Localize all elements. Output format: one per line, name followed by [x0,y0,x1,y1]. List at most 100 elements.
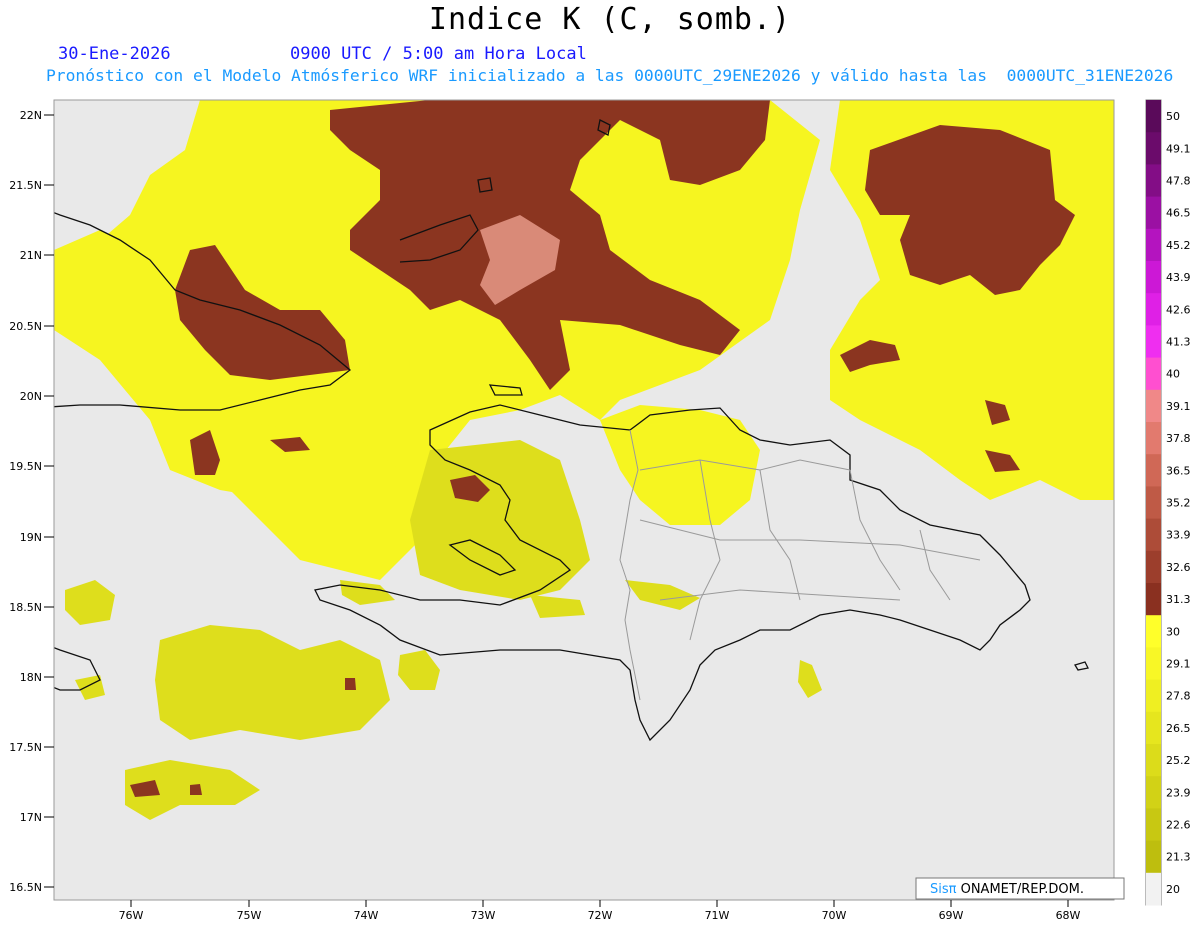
colorbar-swatch [1146,872,1161,906]
credit-org: ONAMET/REP.DOM. [956,882,1084,897]
colorbar-swatch [1146,454,1161,487]
colorbar-label: 45.2 [1166,239,1191,252]
colorbar-swatch [1146,840,1161,874]
colorbar-label: 26.5 [1166,722,1191,735]
lat-tick: 16.5N [9,881,54,894]
lat-tick: 22N [20,109,54,122]
colorbar-label: 39.1 [1166,400,1191,413]
colorbar-swatch [1146,100,1161,133]
colorbar-swatch [1146,550,1161,584]
colorbar-label: 23.9 [1166,786,1191,799]
lat-tick: 18.5N [9,601,54,614]
lon-label: 75W [237,909,262,922]
lon-tick: 71W [705,900,730,922]
colorbar-label: 25.2 [1166,754,1191,767]
k-index-area-brown [345,678,356,690]
lon-tick: 69W [939,900,964,922]
lat-label: 17N [20,811,42,824]
colorbar-label: 47.8 [1166,175,1191,188]
colorbar-label: 29.1 [1166,658,1191,671]
lat-tick: 19N [20,531,54,544]
colorbar-label: 32.6 [1166,561,1191,574]
colorbar-label: 22.6 [1166,819,1191,832]
colorbar-swatch [1146,132,1161,165]
lon-tick: 73W [471,900,496,922]
colorbar-swatches [1146,100,1161,906]
colorbar-label: 33.9 [1166,529,1191,542]
lon-label: 69W [939,909,964,922]
lat-label: 16.5N [9,881,42,894]
lon-label: 73W [471,909,496,922]
colorbar-label: 50 [1166,110,1180,123]
colorbar-label: 31.3 [1166,593,1191,606]
lat-tick: 18N [20,671,54,684]
colorbar-swatch [1146,679,1161,713]
lat-tick: 21.5N [9,179,54,192]
lon-tick: 74W [354,900,379,922]
colorbar-swatch [1146,422,1161,455]
lat-label: 21.5N [9,179,42,192]
lon-tick: 72W [588,900,613,922]
credit-box: Sisπ ONAMET/REP.DOM. [915,877,1125,900]
lat-tick: 21N [20,249,54,262]
colorbar-label: 40 [1166,368,1180,381]
lon-label: 74W [354,909,379,922]
credit-brand: Sisπ [930,882,957,897]
lon-label: 76W [119,909,144,922]
lon-tick: 76W [119,900,144,922]
lon-label: 68W [1056,909,1081,922]
colorbar-swatch [1146,647,1161,681]
lat-label: 18N [20,671,42,684]
lat-label: 19.5N [9,460,42,473]
colorbar-swatch [1146,261,1161,294]
colorbar-label: 43.9 [1166,271,1191,284]
colorbar-label: 37.8 [1166,432,1191,445]
colorbar-label: 42.6 [1166,303,1191,316]
lat-label: 21N [20,249,42,262]
colorbar-label: 21.3 [1166,851,1191,864]
colorbar-label: 49.1 [1166,142,1191,155]
colorbar-swatch [1146,293,1161,326]
lat-label: 22N [20,109,42,122]
colorbar-swatch [1146,389,1161,423]
map-figure: 22N 21.5N 21N 20.5N 20N 19.5N 19N 18.5N … [9,99,1191,922]
colorbar-label: 35.2 [1166,497,1191,510]
colorbar-swatch [1146,357,1161,391]
lat-tick: 17.5N [9,741,54,754]
lat-tick: 20.5N [9,320,54,333]
lat-label: 20N [20,390,42,403]
colorbar-label: 27.8 [1166,690,1191,703]
colorbar-swatch [1146,486,1161,520]
lon-label: 72W [588,909,613,922]
lat-tick: 20N [20,390,54,403]
lon-tick: 75W [237,900,262,922]
colorbar-swatch [1146,583,1161,616]
lon-tick: 68W [1056,900,1081,922]
colorbar-swatch [1146,615,1161,648]
colorbar: 50 49.1 47.8 46.5 45.2 43.9 42.6 41.3 40 39.1 37.8… [1145,99,1191,906]
lon-axis: 76W 75W 74W 73W 72W 71W 70W 69W 68W [119,900,1081,922]
credit-text: Sisπ ONAMET/REP.DOM. [930,882,1084,897]
lat-label: 18.5N [9,601,42,614]
lon-tick: 70W [822,900,847,922]
colorbar-swatch [1146,325,1161,359]
colorbar-label: 41.3 [1166,336,1191,349]
colorbar-swatch [1146,164,1161,198]
lat-tick: 17N [20,811,54,824]
colorbar-labels: 50 49.1 47.8 46.5 45.2 43.9 42.6 41.3 40 39.1 37.8… [1166,110,1191,896]
colorbar-label: 20 [1166,883,1180,896]
colorbar-swatch [1146,196,1161,230]
lon-label: 70W [822,909,847,922]
colorbar-label: 36.5 [1166,464,1191,477]
colorbar-label: 46.5 [1166,207,1191,220]
lat-label: 17.5N [9,741,42,754]
colorbar-swatch [1146,518,1161,552]
lat-label: 20.5N [9,320,42,333]
colorbar-swatch [1146,744,1161,777]
colorbar-swatch [1146,711,1161,745]
colorbar-label: 30 [1166,625,1180,638]
colorbar-swatch [1146,776,1161,809]
k-index-area-brown [190,784,202,795]
lat-tick: 19.5N [9,460,54,473]
colorbar-swatch [1146,228,1161,262]
